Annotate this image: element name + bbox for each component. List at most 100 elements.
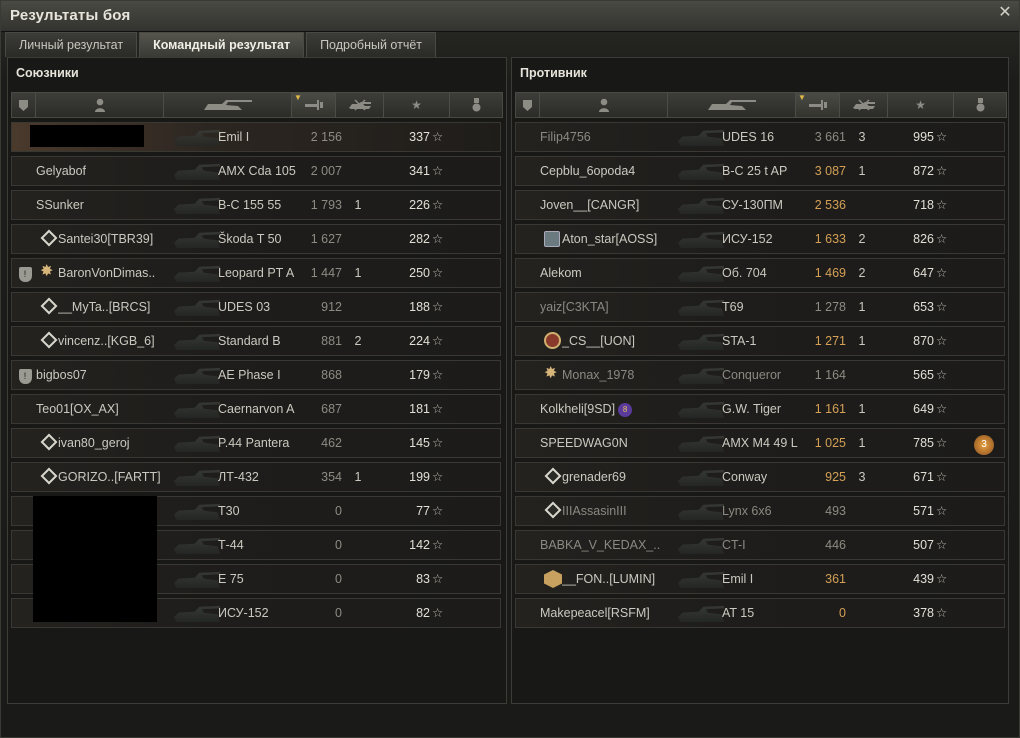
- player-name: yaiz[C3KTA]: [540, 300, 609, 314]
- table-row[interactable]: Alekom Об. 704 1 469 2 647 ☆: [515, 258, 1005, 288]
- allies-rows: Emil I 2 156 337 ☆ Gelyabof AMX Cda 105 …: [11, 122, 501, 632]
- tab-personal-result[interactable]: Личный результат: [5, 32, 138, 57]
- xp-value: 199: [409, 470, 430, 484]
- kills-value: [850, 191, 874, 219]
- damage-value: 1 164: [814, 368, 846, 382]
- table-row[interactable]: Santei30[TBR39] Škoda T 50 1 627 282 ☆: [11, 224, 501, 254]
- kills-value: 1: [354, 266, 362, 280]
- star-icon: ☆: [432, 504, 444, 518]
- table-row[interactable]: SSunker В-С 155 55 1 793 1 226 ☆: [11, 190, 501, 220]
- vehicle-name: ИСУ-152: [722, 232, 773, 246]
- xp-star-icon[interactable]: ★: [888, 93, 954, 117]
- xp-value: 188: [409, 300, 430, 314]
- xp-value: 282: [409, 232, 430, 246]
- table-row[interactable]: _CS__[UON] STA-1 1 271 1 870 ☆: [515, 326, 1005, 356]
- table-row[interactable]: yaiz[C3KTA] T69 1 278 1 653 ☆: [515, 292, 1005, 322]
- table-row[interactable]: Kolkheli[9SD] 8 G.W. Tiger 1 161 1 649 ☆: [515, 394, 1005, 424]
- table-row[interactable]: Emil I 2 156 337 ☆: [11, 122, 501, 152]
- vehicle-name: Об. 704: [722, 266, 767, 280]
- medal-icon[interactable]: [954, 93, 1006, 117]
- table-row[interactable]: ! ✸ BaronVonDimas.. Leopard PT A 1 447 1…: [11, 258, 501, 288]
- allies-title: Союзники: [16, 66, 79, 80]
- table-row[interactable]: Filip4756 UDES 16 3 661 3 995 ☆: [515, 122, 1005, 152]
- star-icon: ☆: [936, 504, 948, 518]
- star-icon: ☆: [432, 436, 444, 450]
- table-row[interactable]: ! bigbos07 AE Phase I 868 179 ☆: [11, 360, 501, 390]
- xp-value: 83: [416, 572, 430, 586]
- xp-star-icon[interactable]: ★: [384, 93, 450, 117]
- damage-value: 0: [335, 606, 342, 620]
- kills-value: [346, 395, 370, 423]
- vehicle-icon[interactable]: [668, 93, 796, 117]
- xp-value: 341: [409, 164, 430, 178]
- table-row[interactable]: Cepblu_6opoda4 В-С 25 t AP 3 087 1 872 ☆: [515, 156, 1005, 186]
- badge-icon[interactable]: [516, 93, 540, 117]
- table-row[interactable]: Teo01[OX_AX] Caernarvon A 687 181 ☆: [11, 394, 501, 424]
- damage-value: 0: [335, 572, 342, 586]
- table-row[interactable]: __FON..[LUMIN] Emil I 361 439 ☆: [515, 564, 1005, 594]
- xp-value: 785: [913, 436, 934, 450]
- badge-shield-icon: !: [16, 361, 34, 389]
- kills-value: 2: [354, 334, 362, 348]
- table-row[interactable]: ivan80_geroj P.44 Pantera 462 145 ☆: [11, 428, 501, 458]
- star-icon: ☆: [936, 266, 948, 280]
- table-row[interactable]: Joven__[CANGR] СУ-130ПМ 2 536 718 ☆: [515, 190, 1005, 220]
- table-row[interactable]: Aton_star[AOSS] ИСУ-152 1 633 2 826 ☆: [515, 224, 1005, 254]
- kills-value: 3: [858, 470, 866, 484]
- star-icon: ☆: [432, 572, 444, 586]
- damage-icon[interactable]: ▼: [292, 93, 336, 117]
- kills-value: 1: [858, 334, 866, 348]
- player-name: __FON..[LUMIN]: [562, 572, 656, 586]
- xp-value: 870: [913, 334, 934, 348]
- star-icon: ☆: [432, 300, 444, 314]
- xp-value: 649: [913, 402, 934, 416]
- achievement-medal-icon[interactable]: 3: [966, 429, 1002, 457]
- damage-icon[interactable]: ▼: [796, 93, 840, 117]
- damage-value: 1 278: [814, 300, 846, 314]
- kills-icon[interactable]: [840, 93, 888, 117]
- rank-box-icon: [544, 231, 560, 247]
- xp-value: 653: [913, 300, 934, 314]
- table-row[interactable]: vincenz..[KGB_6] Standard B 881 2 224 ☆: [11, 326, 501, 356]
- table-row[interactable]: BABKA_V_KEDAX_.. CT-I 446 507 ☆: [515, 530, 1005, 560]
- damage-value: 2 156: [310, 130, 342, 144]
- enemies-table-header: ▼ ★: [515, 92, 1007, 118]
- table-row[interactable]: Makepeacel[RSFM] AT 15 0 378 ☆: [515, 598, 1005, 628]
- damage-value: 493: [825, 504, 846, 518]
- player-name: vincenz..[KGB_6]: [58, 334, 155, 348]
- vehicle-name: Škoda T 50: [218, 232, 282, 246]
- table-row[interactable]: ✸ Monax_1978 Conqueror 1 164 565 ☆: [515, 360, 1005, 390]
- xp-value: 145: [409, 436, 430, 450]
- player-name: Santei30[TBR39]: [58, 232, 154, 246]
- damage-value: 1 025: [814, 436, 846, 450]
- badge-icon[interactable]: [12, 93, 36, 117]
- player-icon[interactable]: [36, 93, 164, 117]
- table-row[interactable]: grenader69 Conway 925 3 671 ☆: [515, 462, 1005, 492]
- kills-value: [850, 497, 874, 525]
- xp-value: 337: [409, 130, 430, 144]
- player-icon[interactable]: [540, 93, 668, 117]
- tab-team-result[interactable]: Командный результат: [139, 32, 305, 57]
- star-icon: ☆: [432, 606, 444, 620]
- player-name: Alekom: [540, 266, 582, 280]
- table-row[interactable]: GORIZO..[FARTT] ЛТ-432 354 1 199 ☆: [11, 462, 501, 492]
- table-row[interactable]: __MyTa..[BRCS] UDES 03 912 188 ☆: [11, 292, 501, 322]
- damage-value: 0: [335, 504, 342, 518]
- kills-value: [346, 123, 370, 151]
- xp-value: 77: [416, 504, 430, 518]
- kills-value: [850, 531, 874, 559]
- table-row[interactable]: SPEEDWAG0N AMX M4 49 L 1 025 1 785 ☆ 3: [515, 428, 1005, 458]
- table-row[interactable]: IIIAssasinIII Lynx 6x6 493 571 ☆: [515, 496, 1005, 526]
- vehicle-name: T30: [218, 504, 240, 518]
- xp-value: 439: [913, 572, 934, 586]
- damage-value: 2 007: [310, 164, 342, 178]
- close-icon[interactable]: ✕: [997, 5, 1013, 21]
- kills-value: [346, 565, 370, 593]
- medal-icon[interactable]: [450, 93, 502, 117]
- tab-detailed-report[interactable]: Подробный отчёт: [306, 32, 437, 57]
- vehicle-icon[interactable]: [164, 93, 292, 117]
- table-row[interactable]: Gelyabof AMX Cda 105 2 007 341 ☆: [11, 156, 501, 186]
- star-icon: ☆: [936, 402, 948, 416]
- kills-icon[interactable]: [336, 93, 384, 117]
- player-name: Filip4756: [540, 130, 591, 144]
